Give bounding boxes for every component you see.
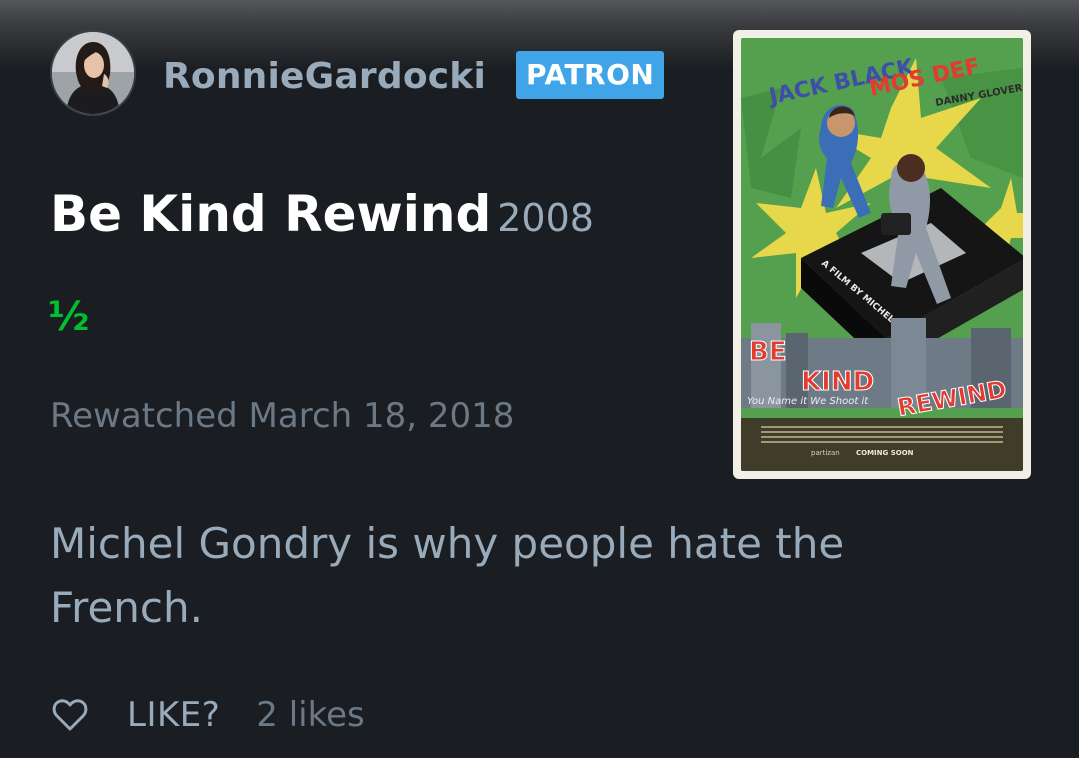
poster-distributor: partizan	[811, 449, 840, 457]
username-link[interactable]: RonnieGardocki	[163, 52, 486, 102]
film-heading: Be Kind Rewind 2008	[50, 182, 594, 258]
film-poster[interactable]: JACK BLACK MOS DEF DANNY GLOVER A FILM B…	[733, 30, 1031, 479]
poster-tagline: You Name it We Shoot it	[747, 396, 869, 407]
poster-title-be: BE	[749, 337, 787, 367]
review-body: Michel Gondry is why people hate the Fre…	[50, 519, 845, 632]
poster-artwork: JACK BLACK MOS DEF DANNY GLOVER A FILM B…	[741, 38, 1023, 471]
like-count[interactable]: 2 likes	[256, 695, 364, 735]
poster-coming-soon: COMING SOON	[856, 449, 914, 457]
rating-stars: ½	[48, 294, 90, 340]
film-year-link[interactable]: 2008	[497, 196, 594, 240]
watched-date: Rewatched March 18, 2018	[50, 396, 515, 436]
like-row: LIKE? 2 likes	[50, 690, 365, 740]
film-title-link[interactable]: Be Kind Rewind	[50, 185, 491, 243]
like-button[interactable]: LIKE?	[127, 695, 220, 735]
patron-badge: PATRON	[516, 51, 665, 99]
avatar[interactable]	[50, 30, 136, 116]
heart-outline-icon[interactable]	[50, 695, 90, 735]
poster-title-kind: KIND	[801, 367, 874, 397]
